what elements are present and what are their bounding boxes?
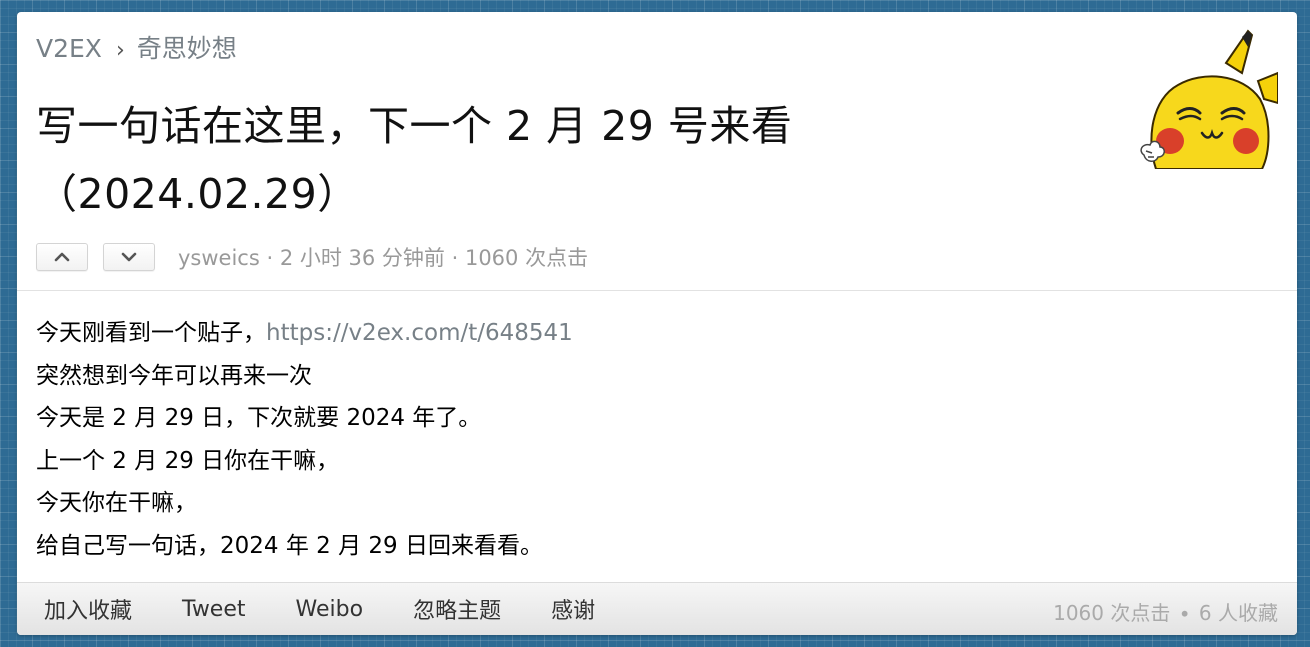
content-line: 今天你在干嘛，: [36, 490, 197, 516]
content-line: 今天是 2 月 29 日，下次就要 2024 年了。: [36, 405, 482, 431]
thanks-button[interactable]: 感谢: [551, 593, 595, 625]
pikachu-avatar-icon: [1140, 29, 1279, 170]
author-link[interactable]: ysweics: [178, 246, 260, 270]
content-line-text: 今天刚看到一个贴子，: [36, 320, 266, 346]
chevron-down-icon: [121, 252, 137, 262]
tweet-button[interactable]: Tweet: [182, 597, 246, 622]
favorite-button[interactable]: 加入收藏: [44, 593, 132, 625]
breadcrumb: V2EX › 奇思妙想: [36, 34, 237, 66]
favorite-count: 6 人收藏: [1198, 601, 1278, 625]
topic-meta-text: ysweics · 2 小时 36 分钟前 · 1060 次点击: [178, 242, 588, 272]
weibo-button[interactable]: Weibo: [296, 597, 364, 622]
upvote-button[interactable]: [36, 243, 88, 271]
stats-separator: ∙: [1178, 601, 1191, 625]
avatar[interactable]: [1138, 29, 1279, 170]
downvote-button[interactable]: [103, 243, 155, 271]
content-link[interactable]: https://v2ex.com/t/648541: [266, 320, 573, 346]
topic-box: V2EX › 奇思妙想 写一句话在这里，下一个 2 月 29 号来看（2024.02…: [17, 12, 1297, 635]
content-line: 给自己写一句话，2024 年 2 月 29 日回来看看。: [36, 532, 543, 559]
topic-header: V2EX › 奇思妙想 写一句话在这里，下一个 2 月 29 号来看（2024.02…: [17, 12, 1297, 291]
topic-meta: ysweics · 2 小时 36 分钟前 · 1060 次点击: [36, 242, 588, 272]
breadcrumb-node-link[interactable]: 奇思妙想: [137, 34, 237, 63]
topic-title: 写一句话在这里，下一个 2 月 29 号来看（2024.02.29）: [36, 102, 793, 218]
chevron-up-icon: [54, 252, 70, 262]
topic-stats: 1060 次点击 ∙ 6 人收藏: [1053, 597, 1278, 626]
topic-toolbar: 加入收藏 Tweet Weibo 忽略主题 感谢 1060 次点击 ∙ 6 人收藏: [17, 582, 1297, 635]
click-count: 1060 次点击: [1053, 601, 1171, 625]
content-line: 上一个 2 月 29 日你在干嘛，: [36, 447, 340, 474]
breadcrumb-separator: ›: [115, 38, 125, 63]
topic-content: 今天刚看到一个贴子，https://v2ex.com/t/648541 突然想到…: [36, 312, 573, 567]
topic-meta-info: · 2 小时 36 分钟前 · 1060 次点击: [259, 246, 589, 270]
content-line: 突然想到今年可以再来一次: [36, 362, 312, 389]
ignore-topic-button[interactable]: 忽略主题: [413, 593, 501, 625]
breadcrumb-site-link[interactable]: V2EX: [36, 34, 102, 63]
content-line: 今天刚看到一个贴子，https://v2ex.com/t/648541: [36, 312, 573, 355]
